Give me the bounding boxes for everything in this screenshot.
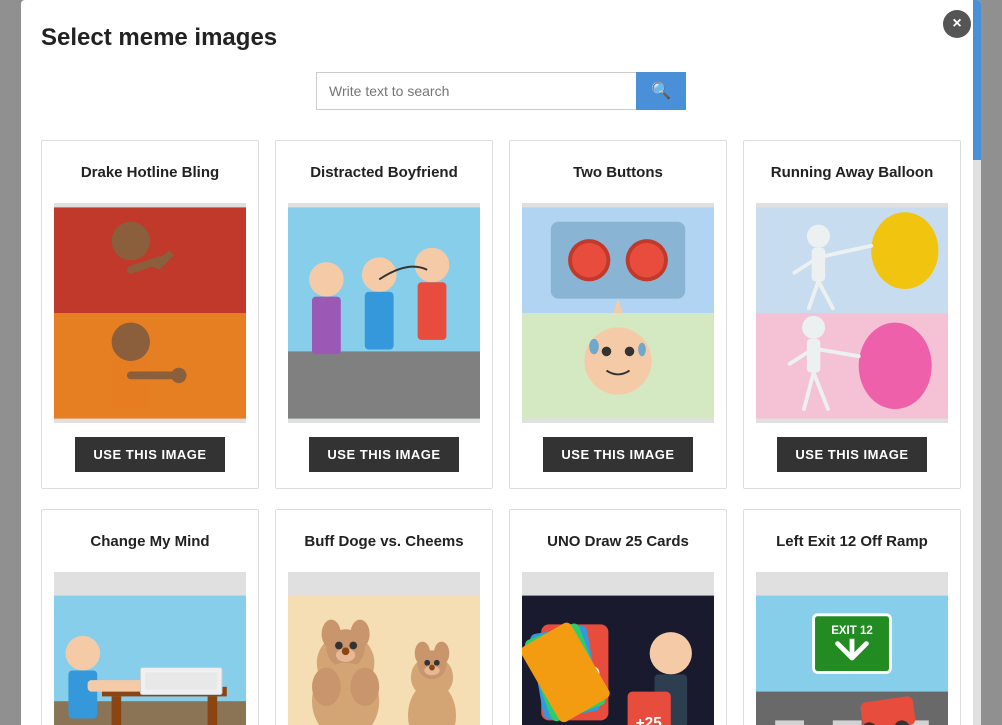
svg-text:+25: +25 xyxy=(636,715,663,725)
search-icon: 🔍 xyxy=(651,83,671,100)
meme-card-running-away: Running Away Balloon xyxy=(743,140,961,489)
meme-image-uno: UNO +25 xyxy=(522,572,714,725)
meme-image-two-buttons xyxy=(522,203,714,423)
meme-image-distracted xyxy=(288,203,480,423)
meme-title-running-away: Running Away Balloon xyxy=(771,153,934,191)
meme-title-uno: UNO Draw 25 Cards xyxy=(547,522,689,560)
modal: × Select meme images 🔍 Drake Hotline Bli… xyxy=(21,0,981,725)
meme-grid-row2: Change My Mind xyxy=(41,509,961,725)
meme-image-left-exit: EXIT 12 xyxy=(756,572,948,725)
use-image-button-drake[interactable]: USE THIS IMAGE xyxy=(75,437,224,472)
search-button[interactable]: 🔍 xyxy=(636,72,686,110)
meme-card-two-buttons: Two Buttons xyxy=(509,140,727,489)
scrollbar[interactable] xyxy=(973,0,981,725)
meme-card-distracted: Distracted Boyfriend xyxy=(275,140,493,489)
meme-grid-row1: Drake Hotline Bling xyxy=(41,140,961,489)
svg-text:EXIT 12: EXIT 12 xyxy=(831,625,873,637)
meme-title-change-mind: Change My Mind xyxy=(90,522,209,560)
meme-card-uno: UNO Draw 25 Cards UNO xyxy=(509,509,727,725)
meme-title-distracted: Distracted Boyfriend xyxy=(310,153,458,191)
meme-image-change-mind xyxy=(54,572,246,725)
use-image-button-two-buttons[interactable]: USE THIS IMAGE xyxy=(543,437,692,472)
meme-title-two-buttons: Two Buttons xyxy=(573,153,663,191)
close-button[interactable]: × xyxy=(943,10,971,38)
search-input[interactable] xyxy=(316,72,636,110)
modal-overlay: × Select meme images 🔍 Drake Hotline Bli… xyxy=(0,0,1002,725)
meme-image-running-away xyxy=(756,203,948,423)
meme-card-left-exit: Left Exit 12 Off Ramp xyxy=(743,509,961,725)
meme-title-drake: Drake Hotline Bling xyxy=(81,153,219,191)
use-image-button-distracted[interactable]: USE THIS IMAGE xyxy=(309,437,458,472)
meme-image-drake xyxy=(54,203,246,423)
meme-image-buff-doge xyxy=(288,572,480,725)
meme-title-buff-doge: Buff Doge vs. Cheems xyxy=(304,522,463,560)
meme-title-left-exit: Left Exit 12 Off Ramp xyxy=(776,522,928,560)
modal-title: Select meme images xyxy=(41,24,961,52)
search-bar: 🔍 xyxy=(41,72,961,110)
use-image-button-running-away[interactable]: USE THIS IMAGE xyxy=(777,437,926,472)
scrollbar-thumb[interactable] xyxy=(973,0,981,160)
meme-card-change-mind: Change My Mind xyxy=(41,509,259,725)
meme-card-buff-doge: Buff Doge vs. Cheems xyxy=(275,509,493,725)
meme-card-drake: Drake Hotline Bling xyxy=(41,140,259,489)
